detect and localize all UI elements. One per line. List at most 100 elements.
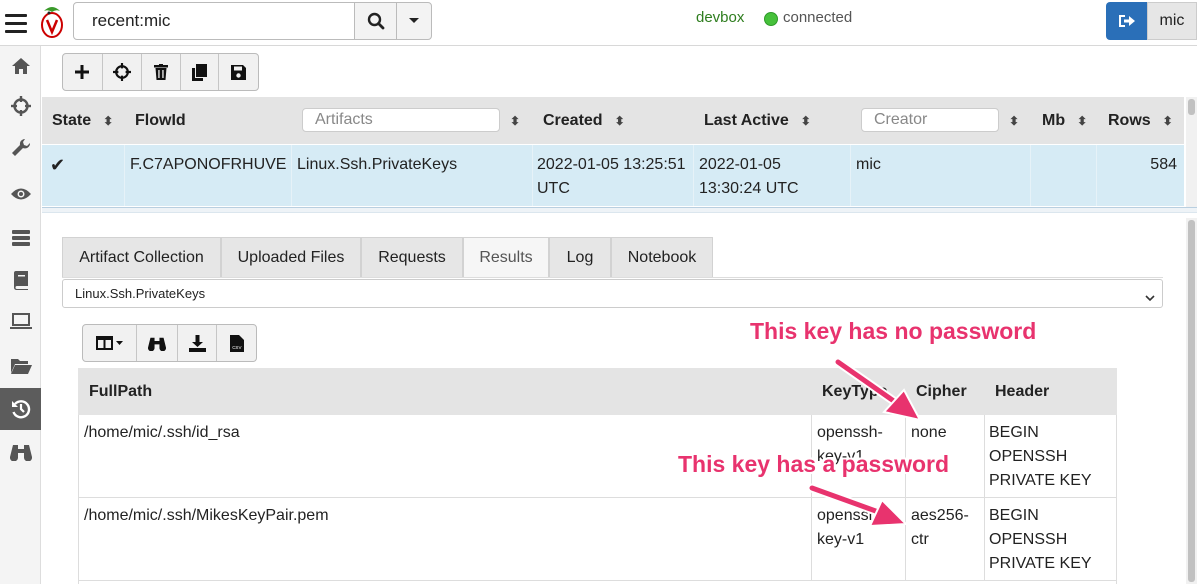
- search-button[interactable]: [354, 2, 397, 40]
- velociraptor-logo: [41, 7, 63, 38]
- artifact-select[interactable]: Linux.Ssh.PrivateKeys: [62, 279, 1163, 308]
- artifacts-filter-input[interactable]: Artifacts: [302, 108, 500, 132]
- fullpath-cell: /home/mic/.ssh/MikesKeyPair.pem: [79, 498, 812, 580]
- sidebar-item-flows[interactable]: [0, 388, 41, 430]
- cell-line: openssh-: [817, 424, 883, 441]
- flow-row[interactable]: ✔ F.C7APONOFRHUVE Linux.Ssh.PrivateKeys …: [42, 145, 1184, 206]
- creator-sort[interactable]: ⬍: [1009, 97, 1019, 144]
- laptop-icon: [9, 313, 32, 329]
- tab-results[interactable]: Results: [463, 237, 549, 277]
- folder-open-icon: [10, 359, 32, 374]
- sidebar-item-view[interactable]: [0, 174, 41, 214]
- tab-requests[interactable]: Requests: [361, 237, 463, 277]
- sort-icon[interactable]: ⬍: [615, 114, 625, 128]
- tab-artifact-collection[interactable]: Artifact Collection: [62, 237, 221, 277]
- scrollbar-thumb[interactable]: [1188, 99, 1195, 115]
- column-last-active[interactable]: Last Active ⬍: [704, 97, 811, 144]
- sidebar-item-notebooks[interactable]: [0, 260, 41, 300]
- cell-line: none: [911, 424, 947, 441]
- hamburger-menu-icon[interactable]: [5, 14, 27, 34]
- sort-icon[interactable]: ⬍: [1009, 114, 1019, 128]
- search-input[interactable]: [74, 3, 354, 39]
- tabs-divider: [62, 277, 1163, 278]
- created-line: UTC: [537, 180, 570, 197]
- tab-notebook[interactable]: Notebook: [611, 237, 713, 277]
- pane-resize-handle[interactable]: [42, 207, 1197, 213]
- tab-log[interactable]: Log: [549, 237, 611, 277]
- save-button[interactable]: [219, 54, 258, 90]
- binoculars-icon: [9, 445, 32, 461]
- cell-line: PRIVATE KEY: [989, 472, 1092, 489]
- sort-icon[interactable]: ⬍: [801, 114, 811, 128]
- sidebar-item-clients[interactable]: [0, 302, 41, 342]
- details-scrollbar[interactable]: [1186, 218, 1197, 584]
- sidebar-item-files[interactable]: [0, 346, 41, 386]
- creator-filter-input[interactable]: Creator: [861, 108, 999, 132]
- artifact-select-value: Linux.Ssh.PrivateKeys: [75, 286, 206, 301]
- tab-uploaded-files[interactable]: Uploaded Files: [221, 237, 361, 277]
- sidebar-item-hunt[interactable]: [0, 86, 41, 126]
- sort-icon[interactable]: ⬍: [1163, 114, 1173, 128]
- column-flowid[interactable]: FlowId: [135, 97, 186, 144]
- new-collection-button[interactable]: [63, 54, 103, 90]
- sidebar-item-server[interactable]: [0, 218, 41, 258]
- connection-status: connected: [783, 9, 853, 26]
- header-cell: BEGIN OPENSSH PRIVATE KEY: [985, 498, 1116, 580]
- column-fullpath[interactable]: FullPath: [89, 368, 152, 415]
- caret-down-icon: [409, 18, 419, 23]
- cell-line: OPENSSH: [989, 531, 1068, 548]
- search-box[interactable]: [73, 2, 355, 40]
- column-created[interactable]: Created ⬍: [543, 97, 625, 144]
- flow-mb: [1031, 145, 1097, 206]
- download-csv-button[interactable]: CSV: [217, 325, 256, 361]
- flow-creator: mic: [851, 145, 1031, 206]
- sort-icon[interactable]: ⬍: [510, 114, 520, 128]
- csv-icon: CSV: [229, 334, 244, 352]
- svg-text:CSV: CSV: [232, 345, 241, 350]
- search-results-button[interactable]: [137, 325, 178, 361]
- flow-id[interactable]: F.C7APONOFRHUVE: [125, 145, 292, 206]
- column-label: Mb: [1042, 111, 1066, 129]
- cell-line: aes256-: [911, 507, 969, 524]
- estimate-button[interactable]: [103, 54, 143, 90]
- server-icon: [11, 230, 30, 246]
- column-rows[interactable]: Rows ⬍: [1108, 97, 1173, 144]
- sort-icon[interactable]: ⬍: [103, 114, 113, 128]
- download-json-button[interactable]: [178, 325, 218, 361]
- sidebar-item-home[interactable]: [0, 46, 41, 86]
- server-name: devbox: [696, 9, 745, 26]
- scrollbar-thumb[interactable]: [1188, 220, 1195, 582]
- artifacts-sort[interactable]: ⬍: [510, 97, 520, 144]
- book-icon: [13, 271, 28, 290]
- logout-button[interactable]: [1106, 2, 1147, 40]
- sidebar-item-artifacts[interactable]: [0, 128, 41, 168]
- download-icon: [188, 334, 206, 352]
- results-toolbar: CSV: [82, 324, 257, 362]
- cell-line: BEGIN: [989, 507, 1039, 524]
- column-header[interactable]: Header: [995, 368, 1049, 415]
- column-selector-button[interactable]: [83, 325, 138, 361]
- column-mb[interactable]: Mb ⬍: [1042, 97, 1087, 144]
- delete-button[interactable]: [142, 54, 181, 90]
- flow-created: 2022-01-05 13:25:51 UTC: [533, 145, 694, 206]
- copy-button[interactable]: [181, 54, 220, 90]
- column-label: Last Active: [704, 111, 789, 129]
- cell-line: OPENSSH: [989, 448, 1068, 465]
- column-state[interactable]: State ⬍: [52, 97, 113, 144]
- columns-icon: [95, 336, 123, 350]
- user-menu-button[interactable]: mic: [1147, 2, 1197, 40]
- user-name: mic: [1159, 12, 1185, 29]
- annotation-no-password: This key has no password: [750, 318, 1037, 344]
- last-active-line: 2022-01-05: [699, 156, 781, 173]
- search-dropdown-button[interactable]: [396, 2, 432, 40]
- sidebar-item-hunts[interactable]: [0, 432, 41, 472]
- flows-table-header: State ⬍ FlowId Artifacts ⬍ Created ⬍ Last …: [42, 97, 1184, 144]
- sort-icon[interactable]: ⬍: [1077, 114, 1087, 128]
- created-line: 2022-01-05 13:25:51: [537, 156, 686, 173]
- eye-icon: [10, 188, 31, 200]
- crosshair-icon: [112, 63, 131, 81]
- column-label: Rows: [1108, 111, 1151, 129]
- binoculars-icon: [148, 337, 167, 351]
- cell-line: BEGIN: [989, 424, 1039, 441]
- flows-scrollbar[interactable]: [1186, 97, 1197, 209]
